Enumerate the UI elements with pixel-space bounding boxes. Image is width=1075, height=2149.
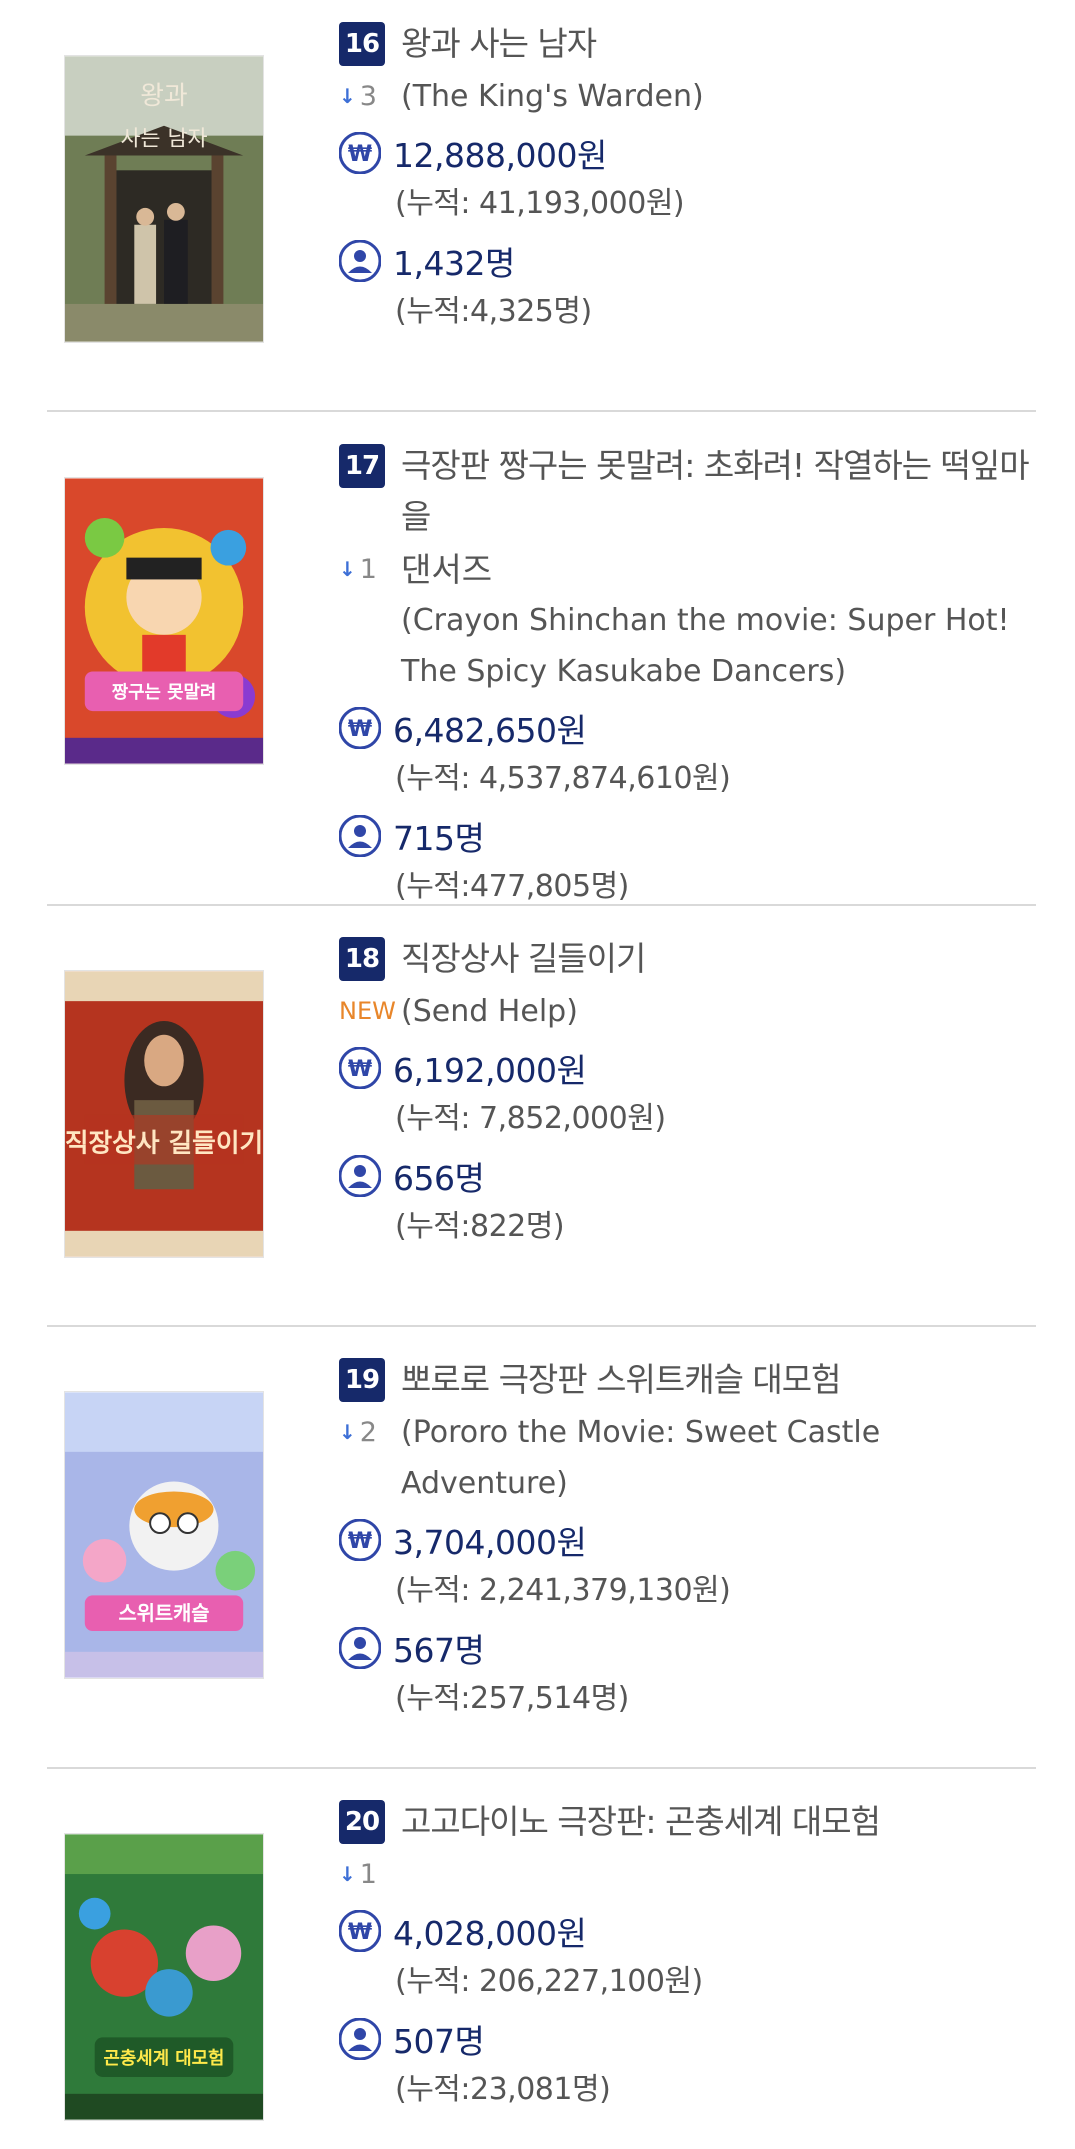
svg-text:사는 남자: 사는 남자 <box>120 127 207 152</box>
movie-poster[interactable]: 곤충세계 대모험 <box>64 1833 264 2121</box>
revenue-total: (누적: 7,852,000원) <box>395 1101 666 1136</box>
poster-image: 직장상사 길들이기 <box>65 971 263 1257</box>
down-arrow-icon: ↓ <box>339 1862 356 1886</box>
rank-change-value: 2 <box>359 1417 377 1448</box>
rank-badge: 19 <box>339 1358 385 1402</box>
poster-image: 스위트캐슬 <box>65 1392 263 1678</box>
svg-text:곤충세계 대모험: 곤충세계 대모험 <box>104 2047 225 2069</box>
revenue-value: 12,888,000원 <box>393 136 607 175</box>
revenue-total: (누적: 2,241,379,130원) <box>395 1573 731 1608</box>
revenue-value: 3,704,000원 <box>393 1523 587 1562</box>
audience-value: 656명 <box>393 1159 485 1198</box>
divider <box>47 904 1036 906</box>
svg-text:₩: ₩ <box>348 1920 372 1945</box>
movie-poster[interactable]: 짱구는 못말려 <box>64 477 264 765</box>
poster-image: 왕과 사는 남자 <box>65 56 263 342</box>
rank-change: ↓ 3 <box>339 71 401 122</box>
person-icon <box>339 1627 381 1669</box>
movie-title-en-line2: Adventure) <box>401 1466 568 1501</box>
rank-change-value: 1 <box>359 1859 377 1890</box>
rank-change: ↓ 1 <box>339 544 401 595</box>
rank-change: ↓ 2 <box>339 1407 401 1458</box>
svg-text:₩: ₩ <box>348 1529 372 1554</box>
svg-text:₩: ₩ <box>348 1057 372 1082</box>
movie-title-ko[interactable]: 뽀로로 극장판 스위트캐슬 대모험 <box>401 1354 842 1405</box>
person-icon <box>339 815 381 857</box>
audience-total: (누적:822명) <box>395 1209 565 1244</box>
revenue-total: (누적: 41,193,000원) <box>395 186 685 221</box>
audience-value: 567명 <box>393 1631 485 1670</box>
revenue-value: 6,192,000원 <box>393 1051 587 1090</box>
divider <box>47 410 1036 412</box>
person-icon <box>339 2018 381 2060</box>
movie-title-ko[interactable]: 직장상사 길들이기 <box>401 933 646 984</box>
svg-text:직장상사 길들이기: 직장상사 길들이기 <box>65 1129 263 1159</box>
audience-value: 507명 <box>393 2022 485 2061</box>
poster-image: 곤충세계 대모험 <box>65 1834 263 2120</box>
won-coin-icon: ₩ <box>339 132 381 174</box>
audience-total: (누적:23,081명) <box>395 2072 611 2107</box>
movie-poster[interactable]: 직장상사 길들이기 <box>64 970 264 1258</box>
person-icon <box>339 240 381 282</box>
movie-title-ko[interactable]: 극장판 짱구는 못말려: 초화려! 작열하는 떡잎마을 <box>401 440 1039 542</box>
svg-text:왕과: 왕과 <box>140 81 187 111</box>
movie-title-en: (Pororo the Movie: Sweet Castle <box>401 1415 881 1450</box>
svg-text:₩: ₩ <box>348 142 372 167</box>
rank-change-value: 3 <box>359 81 377 112</box>
rank-badge: 18 <box>339 937 385 981</box>
divider <box>47 1767 1036 1769</box>
revenue-value: 4,028,000원 <box>393 1914 587 1953</box>
poster-image: 짱구는 못말려 <box>65 478 263 764</box>
movie-title-en: (The King's Warden) <box>401 79 704 114</box>
rank-change-value: 1 <box>359 554 377 585</box>
movie-title-ko[interactable]: 왕과 사는 남자 <box>401 18 597 69</box>
won-coin-icon: ₩ <box>339 1910 381 1952</box>
svg-text:짱구는 못말려: 짱구는 못말려 <box>112 682 217 703</box>
person-icon <box>339 1155 381 1197</box>
rank-badge: 16 <box>339 22 385 66</box>
down-arrow-icon: ↓ <box>339 1420 356 1444</box>
audience-value: 715명 <box>393 819 485 858</box>
movie-poster[interactable]: 왕과 사는 남자 <box>64 55 264 343</box>
audience-total: (누적:4,325명) <box>395 294 592 329</box>
won-coin-icon: ₩ <box>339 707 381 749</box>
rank-badge: 17 <box>339 444 385 488</box>
won-coin-icon: ₩ <box>339 1519 381 1561</box>
rank-change-new: NEW <box>339 997 396 1025</box>
svg-text:스위트캐슬: 스위트캐슬 <box>119 1602 210 1625</box>
audience-value: 1,432명 <box>393 244 515 283</box>
movie-title-en-line2: The Spicy Kasukabe Dancers) <box>401 654 847 689</box>
movie-title-ko-line2: 댄서즈 <box>401 550 493 589</box>
down-arrow-icon: ↓ <box>339 84 356 108</box>
down-arrow-icon: ↓ <box>339 557 356 581</box>
svg-text:₩: ₩ <box>348 717 372 742</box>
revenue-value: 6,482,650원 <box>393 711 587 750</box>
movie-title-en: (Send Help) <box>401 994 578 1029</box>
movie-poster[interactable]: 스위트캐슬 <box>64 1391 264 1679</box>
revenue-total: (누적: 206,227,100원) <box>395 1964 703 1999</box>
rank-change: ↓ 1 <box>339 1849 401 1900</box>
movie-title-ko[interactable]: 고고다이노 극장판: 곤충세계 대모험 <box>401 1796 881 1847</box>
audience-total: (누적:257,514명) <box>395 1681 629 1716</box>
won-coin-icon: ₩ <box>339 1047 381 1089</box>
revenue-total: (누적: 4,537,874,610원) <box>395 761 731 796</box>
rank-badge: 20 <box>339 1800 385 1844</box>
movie-title-en: (Crayon Shinchan the movie: Super Hot! <box>401 603 1010 638</box>
divider <box>47 1325 1036 1327</box>
